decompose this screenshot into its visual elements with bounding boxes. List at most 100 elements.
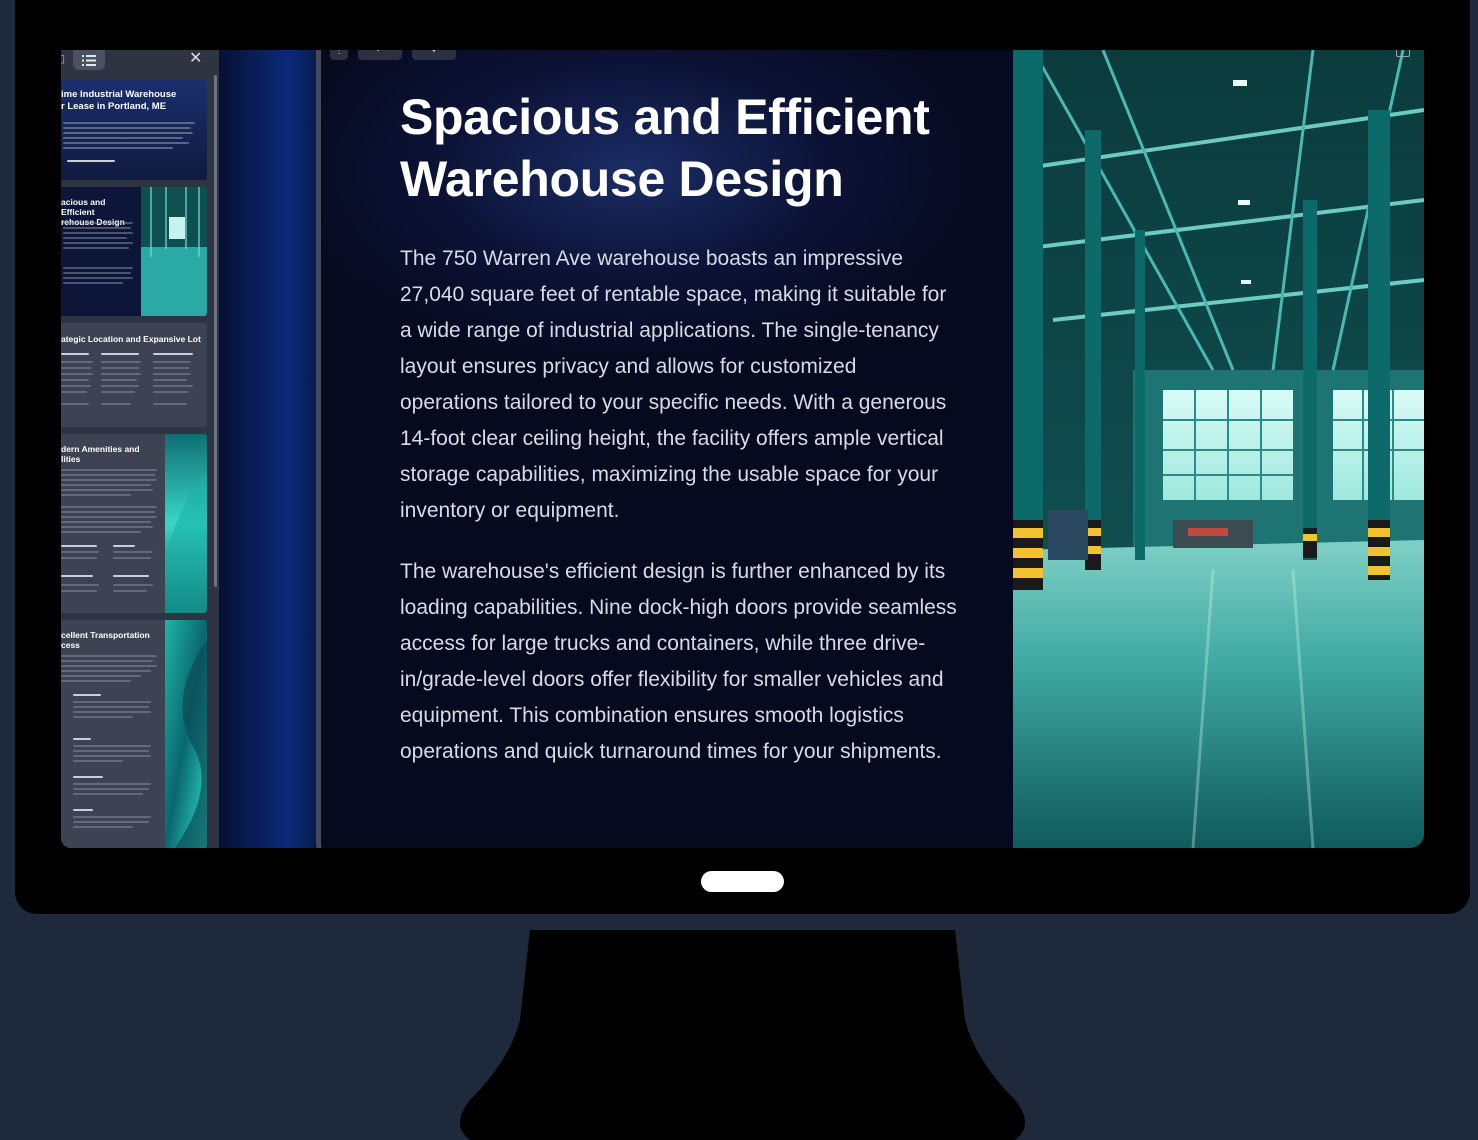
text-line [61,474,155,476]
text-line [73,701,151,703]
list-view-button[interactable] [73,50,105,70]
text-line [73,711,151,713]
text-line [153,373,191,375]
text-line [73,776,103,778]
slide-paragraph-1: The 750 Warren Ave warehouse boasts an i… [400,247,947,522]
text-line [61,584,99,586]
text-line [73,750,149,752]
text-line [101,403,131,405]
text-line [61,660,153,662]
text-line [63,122,195,124]
text-line [113,584,153,586]
undo-button[interactable]: ↶ [358,50,402,60]
thumbnail-title: dern Amenities and lities [61,444,140,464]
text-line [101,391,135,393]
text-line [73,826,133,828]
slide-thumbnail-5[interactable]: cellent Transportation cess [61,620,207,848]
slide-thumbnail-panel: ▯ ✕ ime Industrial Warehouse r Lease in … [61,50,219,848]
list-icon [82,54,96,66]
main-slide: ⋮ ↶ ✦ Spacious and Efficient Warehouse D… [323,50,1013,848]
text-line [113,575,149,577]
warehouse-interior-image [1013,50,1424,848]
text-line [61,385,91,387]
text-line [61,665,157,667]
scrollbar[interactable] [214,75,217,587]
text-line [61,590,97,592]
slide-thumbnail-3[interactable]: ategic Location and Expansive Lot [61,323,207,427]
text-line [101,367,139,369]
text-line [73,755,151,757]
text-line [63,282,123,284]
text-line [61,391,87,393]
text-line [61,557,97,559]
slide-thumbnail-4[interactable]: dern Amenities and lities [61,434,207,613]
text-line [61,680,131,682]
warehouse-thumbnail-image [141,187,207,316]
text-line [61,484,151,486]
text-line [73,816,151,818]
text-line [63,247,129,249]
close-icon[interactable]: ✕ [189,50,202,68]
text-line [153,385,193,387]
sidebar-toolbar: ▯ ✕ [61,50,219,76]
text-line [73,760,123,762]
text-line [63,272,131,274]
text-line [153,367,189,369]
text-line [153,391,189,393]
expand-icon[interactable] [1396,50,1410,57]
text-line [73,745,151,747]
text-line [61,575,93,577]
text-line [63,222,133,224]
text-line [61,526,153,528]
text-line [61,521,151,523]
teal-wave-thumbnail-image [165,434,207,613]
thumbnail-title: cellent Transportation cess [61,630,150,650]
text-line [63,232,133,234]
text-line [153,379,187,381]
slide-thumbnail-2[interactable]: acious and Efficient rehouse Design [61,187,207,316]
text-line [61,516,157,518]
text-line [63,227,131,229]
more-options-button[interactable]: ⋮ [330,50,348,60]
sparkle-ai-button[interactable]: ✦ [412,50,456,60]
canvas-background-strip [219,50,319,848]
text-line [61,670,151,672]
text-line [113,551,153,553]
text-line [61,494,131,496]
text-line [101,385,139,387]
presentation-screen: ▯ ✕ ime Industrial Warehouse r Lease in … [61,50,1424,848]
text-line [61,361,93,363]
slide-thumbnail-1[interactable]: ime Industrial Warehouse r Lease in Port… [61,80,207,180]
text-line [73,809,93,811]
text-line [73,706,149,708]
thumbnail-title: ime Industrial Warehouse r Lease in Port… [61,89,177,112]
text-line [61,506,157,508]
text-line [113,590,147,592]
text-line [61,403,89,405]
text-line [61,367,91,369]
thumbnail-title: ategic Location and Expansive Lot [61,334,201,344]
text-line [153,361,191,363]
text-line [63,277,133,279]
text-line [61,373,93,375]
text-line [113,545,135,547]
text-line [113,557,151,559]
grid-icon[interactable]: ▯ [61,52,65,65]
text-line [61,675,141,677]
text-line [61,469,157,471]
text-line [63,127,191,129]
teal-swirl-thumbnail-image [165,620,207,848]
text-line [61,511,155,513]
text-line [63,142,189,144]
text-line [101,361,141,363]
text-line [101,353,139,355]
text-line [73,716,133,718]
slide-title: Spacious and Efficient Warehouse Design [400,89,930,207]
monitor-stand [460,930,1025,1140]
text-line [153,403,187,405]
text-line [67,160,115,162]
text-line [73,788,149,790]
text-line [61,479,157,481]
text-line [63,237,127,239]
slide-paragraph-2: The warehouse's efficient design is furt… [400,560,957,763]
